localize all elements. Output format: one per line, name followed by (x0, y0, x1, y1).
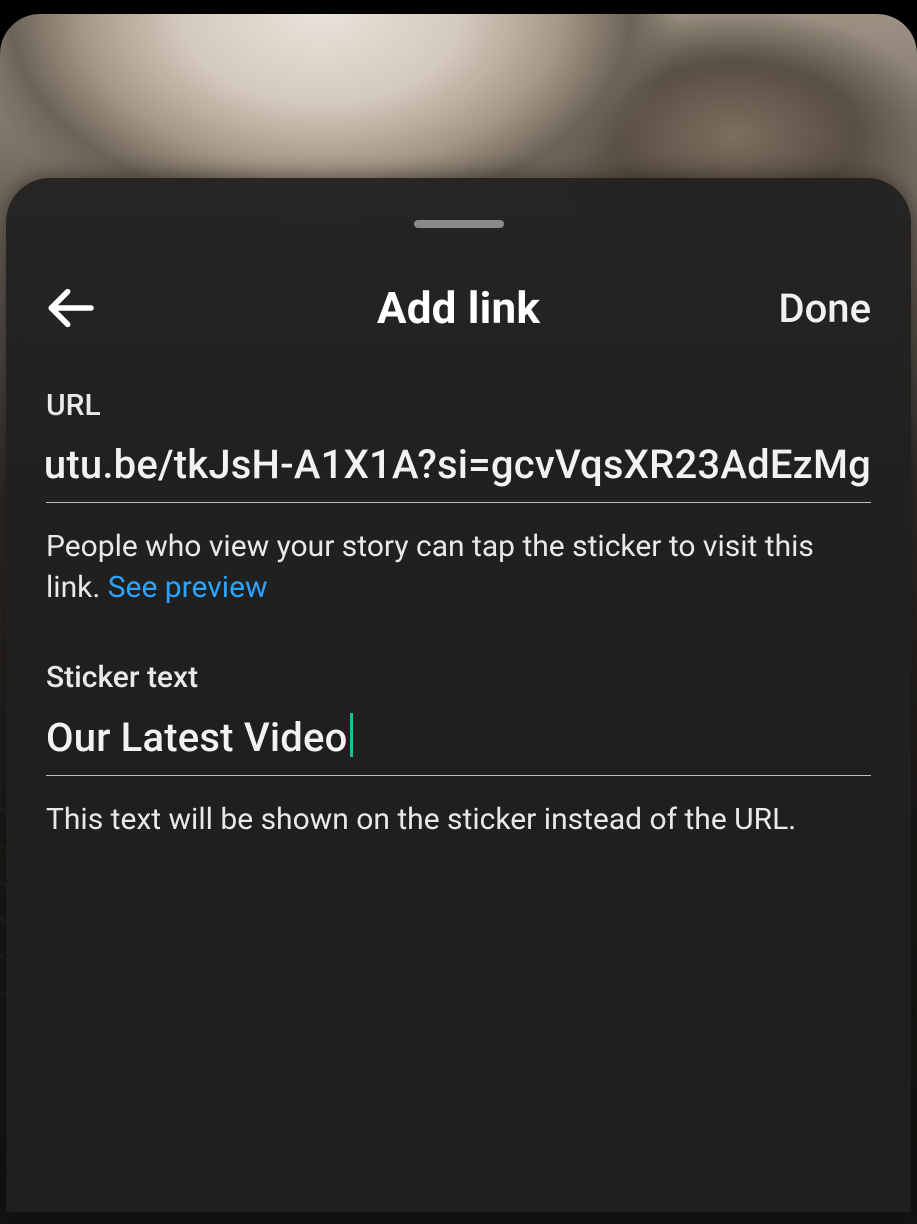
sticker-text-helper: This text will be shown on the sticker i… (46, 800, 871, 841)
text-caret-icon (350, 713, 353, 757)
sheet-grabber-icon (414, 220, 504, 228)
sticker-text-field-group: Sticker text Our Latest Video This text … (46, 660, 871, 841)
url-helper-text: People who view your story can tap the s… (46, 527, 871, 608)
sheet-title: Add link (377, 282, 540, 334)
sticker-text-label: Sticker text (46, 660, 871, 695)
fields-area: URL outu.be/tkJsH-A1X1A?si=gcvVqsXR23AdE… (6, 364, 911, 841)
url-label: URL (46, 388, 871, 423)
back-button[interactable] (42, 276, 106, 340)
sticker-text-input-value: Our Latest Video (46, 714, 348, 761)
add-link-sheet: Add link Done URL outu.be/tkJsH-A1X1A?si… (6, 178, 911, 1212)
sheet-grabber-area[interactable] (6, 178, 911, 228)
sheet-topbar: Add link Done (6, 228, 911, 364)
sticker-text-input[interactable]: Our Latest Video (46, 705, 871, 776)
url-input-value: outu.be/tkJsH-A1X1A?si=gcvVqsXR23AdEzMg (46, 441, 871, 488)
done-button[interactable]: Done (540, 285, 875, 332)
url-field-group: URL outu.be/tkJsH-A1X1A?si=gcvVqsXR23AdE… (46, 388, 871, 608)
arrow-left-icon (42, 280, 98, 336)
screen: Add link Done URL outu.be/tkJsH-A1X1A?si… (0, 0, 917, 1224)
url-input[interactable]: outu.be/tkJsH-A1X1A?si=gcvVqsXR23AdEzMg (46, 433, 871, 503)
see-preview-link[interactable]: See preview (108, 570, 268, 605)
